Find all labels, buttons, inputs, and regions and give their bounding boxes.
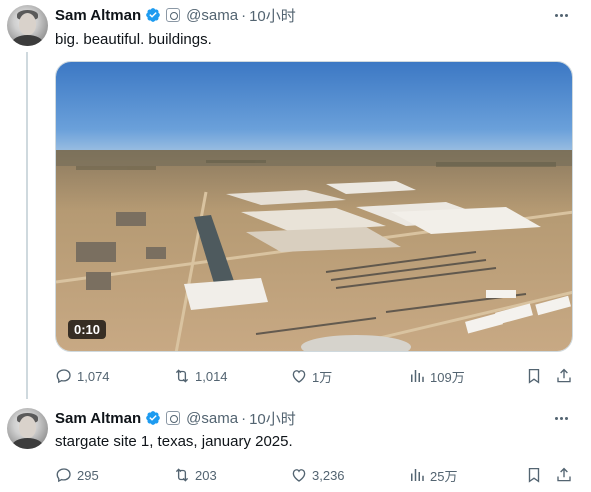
tweet-time[interactable]: 10小时 [249, 408, 296, 429]
reply-count: 295 [77, 467, 99, 483]
view-count: 109万 [430, 369, 465, 385]
bookmark-icon [528, 368, 540, 384]
retweet-button[interactable]: 203 [173, 464, 217, 486]
separator-dot: · [241, 6, 247, 24]
org-badge-icon[interactable] [166, 8, 181, 22]
video-duration: 0:10 [68, 320, 107, 339]
avatar[interactable] [7, 408, 48, 449]
separator-dot: · [241, 409, 247, 427]
reply-button[interactable]: 1,074 [55, 365, 110, 387]
retweet-icon [175, 369, 189, 383]
tweet-text: stargate site 1, texas, january 2025. [55, 433, 293, 450]
retweet-count: 203 [195, 467, 217, 483]
tweet-2[interactable]: Sam Altman @sama · 10小时 stargate site 1,… [0, 400, 591, 492]
author-name[interactable]: Sam Altman [55, 410, 141, 427]
retweet-icon [175, 468, 189, 482]
verified-badge-icon[interactable] [145, 7, 161, 23]
action-bar: 1,074 1,014 1万 109万 [55, 365, 575, 387]
views-icon [411, 370, 424, 382]
like-button[interactable]: 3,236 [290, 464, 345, 486]
retweet-button[interactable]: 1,014 [173, 365, 228, 387]
share-button[interactable] [555, 464, 573, 486]
more-icon[interactable] [552, 409, 570, 427]
views-icon [411, 469, 424, 481]
reply-count: 1,074 [77, 368, 110, 384]
like-button[interactable]: 1万 [290, 365, 332, 387]
video-thumbnail [56, 62, 572, 351]
views-button[interactable]: 109万 [408, 365, 465, 387]
thread-connector-line [26, 52, 28, 399]
tweet-header: Sam Altman @sama · 10小时 [55, 407, 296, 429]
video-player[interactable]: 0:10 [55, 61, 573, 352]
like-icon [292, 370, 306, 383]
tweet-text: big. beautiful. buildings. [55, 31, 212, 48]
tweet-1[interactable]: Sam Altman @sama · 10小时 big. beautiful. … [0, 0, 591, 400]
reply-icon [56, 369, 71, 384]
reply-button[interactable]: 295 [55, 464, 99, 486]
org-badge-icon[interactable] [166, 411, 181, 425]
views-button[interactable]: 25万 [408, 464, 457, 486]
reply-icon [56, 468, 71, 483]
bookmark-button[interactable] [525, 464, 543, 486]
like-count: 1万 [312, 369, 333, 385]
tweet-time[interactable]: 10小时 [249, 5, 296, 26]
author-handle[interactable]: @sama [186, 7, 238, 24]
action-bar: 295 203 3,236 25万 [55, 464, 575, 486]
bookmark-icon [528, 467, 540, 483]
bookmark-button[interactable] [525, 365, 543, 387]
share-icon [557, 368, 571, 383]
share-button[interactable] [555, 365, 573, 387]
verified-badge-icon[interactable] [145, 410, 161, 426]
share-icon [557, 467, 571, 482]
tweet-header: Sam Altman @sama · 10小时 [55, 4, 296, 26]
more-icon[interactable] [552, 6, 570, 24]
view-count: 25万 [430, 468, 458, 484]
avatar[interactable] [7, 5, 48, 46]
retweet-count: 1,014 [195, 368, 228, 384]
like-count: 3,236 [312, 467, 345, 483]
author-name[interactable]: Sam Altman [55, 7, 141, 24]
author-handle[interactable]: @sama [186, 410, 238, 427]
like-icon [292, 469, 306, 482]
